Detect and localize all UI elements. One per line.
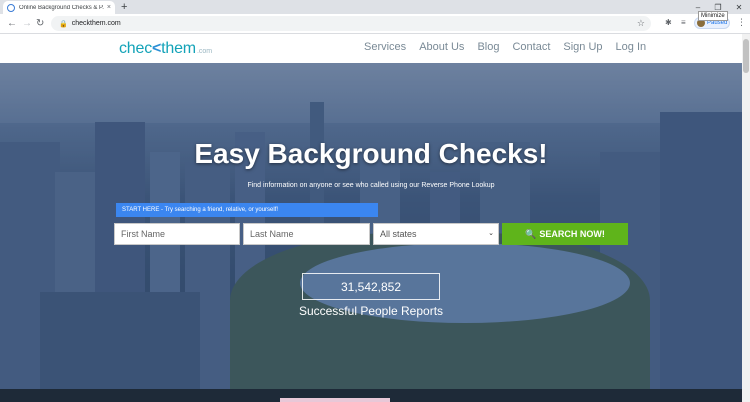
browser-menu-icon[interactable]: ⋮ [737,17,746,28]
page-scrollbar[interactable] [742,34,750,402]
nav-log-in[interactable]: Log In [616,41,647,53]
forward-arrow-icon[interactable]: → [22,17,32,31]
new-tab-button[interactable]: + [121,1,127,13]
lock-icon[interactable]: 🔒 [59,20,68,28]
site-nav: Services About Us Blog Contact Sign Up L… [364,41,646,53]
logo-check-mark: < [152,40,162,57]
hero-subtitle: Find information on anyone or see who ca… [247,182,495,189]
state-select[interactable]: All states ⌄ [373,223,499,245]
extensions-icon[interactable]: ✱ [665,18,672,27]
page-viewport: chec<them .com Services About Us Blog Co… [0,34,742,402]
chevron-down-icon: ⌄ [488,230,494,237]
nav-services[interactable]: Services [364,41,406,53]
window-close-button[interactable]: ✕ [729,0,749,14]
page-bottom-accent [280,398,390,402]
start-here-banner: START HERE - Try searching a friend, rel… [116,203,378,217]
nav-about-us[interactable]: About Us [419,41,464,53]
media-control-icon[interactable]: ≡ [681,18,686,27]
address-bar[interactable]: 🔒 checkthem.com ☆ [51,16,651,31]
browser-toolbar: ← → ↻ 🔒 checkthem.com ☆ [0,14,750,34]
hero-title: Easy Background Checks! [194,138,548,169]
first-name-input[interactable] [114,223,240,245]
browser-tabstrip: Online Background Checks & P... × + – ❐ … [0,0,750,14]
reload-icon[interactable]: ↻ [36,17,44,31]
last-name-input[interactable] [243,223,370,245]
tab-title: Online Background Checks & P... [19,4,104,11]
search-now-label: SEARCH NOW! [539,229,605,239]
minimize-tooltip: Minimize [698,11,728,21]
scrollbar-thumb[interactable] [743,39,749,73]
nav-blog[interactable]: Blog [477,41,499,53]
logo-wordmark: chec<them [119,40,196,58]
search-icon: 🔍 [525,228,537,239]
site-favicon-icon [7,3,15,12]
url-text[interactable]: checkthem.com [72,20,121,27]
bookmark-star-icon[interactable]: ☆ [637,18,645,29]
site-logo[interactable]: chec<them .com [119,40,212,58]
nav-sign-up[interactable]: Sign Up [563,41,602,53]
logo-part-them: them [161,40,196,57]
logo-part-chec: chec [119,40,152,57]
logo-suffix: .com [196,48,213,55]
hero-overlay [0,63,742,402]
reports-count-label: Successful People Reports [298,304,444,318]
site-header: chec<them .com Services About Us Blog Co… [0,34,742,63]
browser-tab[interactable]: Online Background Checks & P... × [3,1,115,14]
hero-section: Easy Background Checks! Find information… [0,63,742,402]
nav-contact[interactable]: Contact [512,41,550,53]
state-select-value: All states [380,229,417,239]
tab-close-icon[interactable]: × [107,4,111,11]
reports-count-box: 31,542,852 [302,273,440,300]
back-arrow-icon[interactable]: ← [7,17,17,31]
search-now-button[interactable]: 🔍 SEARCH NOW! [502,223,628,245]
